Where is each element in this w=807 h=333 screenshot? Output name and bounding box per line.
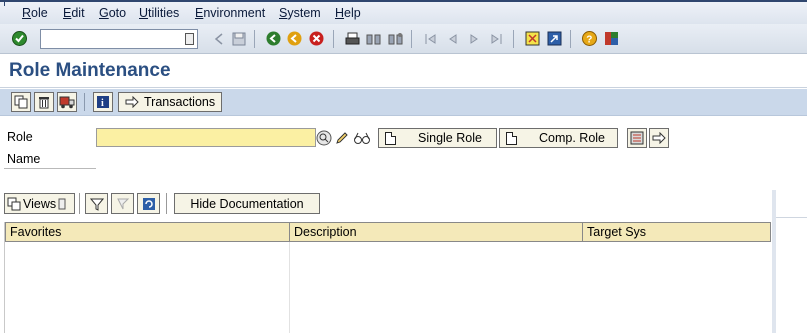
menu-help[interactable]: Help	[335, 6, 361, 20]
menu-environment[interactable]: Environment	[195, 6, 265, 20]
column-divider	[289, 242, 290, 333]
trash-icon	[39, 97, 49, 109]
name-label: Name	[7, 152, 41, 166]
comp-role-label: Comp. Role	[539, 131, 605, 145]
enter-icon[interactable]	[11, 30, 28, 47]
find-icon[interactable]	[365, 30, 382, 47]
expand-button	[111, 193, 134, 214]
col-description-label: Description	[294, 225, 357, 239]
col-favorites-label: Favorites	[10, 225, 62, 239]
mass-role-button[interactable]	[627, 128, 647, 148]
value-help-icon[interactable]	[314, 128, 333, 147]
filter-icon	[89, 198, 104, 211]
arrow-right-icon	[125, 96, 139, 108]
filter-button[interactable]	[85, 193, 108, 214]
info-button[interactable]: i	[93, 92, 113, 112]
find-next-icon[interactable]	[387, 30, 404, 47]
first-page-icon[interactable]	[422, 30, 439, 47]
single-role-label: Single Role	[418, 131, 482, 145]
name-divider	[4, 168, 96, 169]
title-bar: Role Maintenance	[0, 54, 807, 88]
save-icon[interactable]	[230, 30, 247, 47]
dropdown-icon	[58, 198, 66, 209]
col-target-sys[interactable]: Target Sys	[583, 223, 770, 241]
help-icon[interactable]: ?	[581, 30, 598, 47]
application-toolbar: i Transactions	[0, 89, 807, 116]
col-favorites[interactable]: Favorites	[6, 223, 290, 241]
single-role-button[interactable]: Single Role	[378, 128, 497, 148]
menu-edit[interactable]: Edit	[63, 6, 85, 20]
display-glasses-icon[interactable]	[352, 128, 371, 147]
document-icon	[506, 131, 517, 145]
print-icon[interactable]	[344, 30, 361, 47]
menu-goto[interactable]: Goto	[99, 6, 126, 20]
previous-page-icon[interactable]	[444, 30, 461, 47]
favorites-grid: Favorites Description Target Sys	[4, 222, 771, 333]
truck-icon	[59, 96, 75, 109]
copy-icon	[14, 95, 28, 109]
col-description[interactable]: Description	[290, 223, 583, 241]
views-button[interactable]: Views	[4, 193, 75, 214]
window-corner	[4, 0, 16, 6]
arrow-right-icon	[652, 132, 666, 144]
cancel-icon[interactable]	[308, 30, 325, 47]
back-icon[interactable]	[265, 30, 282, 47]
last-page-icon[interactable]	[488, 30, 505, 47]
menu-system[interactable]: System	[279, 6, 321, 20]
svg-text:i: i	[101, 98, 104, 109]
exit-icon[interactable]	[286, 30, 303, 47]
role-navigate-button[interactable]	[649, 128, 669, 148]
svg-text:?: ?	[586, 35, 592, 46]
shortcut-icon[interactable]	[546, 30, 563, 47]
transactions-button[interactable]: Transactions	[118, 92, 223, 112]
role-label: Role	[7, 130, 33, 144]
grid-header: Favorites Description Target Sys	[5, 222, 771, 242]
transactions-label: Transactions	[144, 95, 216, 109]
refresh-button[interactable]	[137, 193, 160, 214]
views-icon	[7, 197, 21, 210]
pencil-icon[interactable]	[332, 128, 351, 147]
menu-bar: Role Edit Goto Utilities Environment Sys…	[0, 0, 807, 24]
create-session-icon[interactable]	[524, 30, 541, 47]
back-arrow-icon[interactable]	[210, 30, 227, 47]
hide-doc-label: Hide Documentation	[190, 196, 304, 211]
role-input[interactable]	[96, 128, 316, 147]
menu-utilities[interactable]: Utilities	[139, 6, 179, 20]
views-label: Views	[23, 196, 57, 211]
command-dropdown-icon[interactable]	[185, 33, 194, 45]
command-field[interactable]	[40, 29, 198, 49]
next-page-icon[interactable]	[466, 30, 483, 47]
system-toolbar: ?	[0, 24, 807, 54]
info-icon: i	[97, 96, 109, 109]
col-target-sys-label: Target Sys	[587, 225, 647, 239]
document-icon	[385, 131, 396, 145]
menu-role[interactable]: Role	[22, 6, 48, 20]
delete-button[interactable]	[34, 92, 54, 112]
expand-icon	[116, 198, 129, 209]
refresh-icon	[142, 197, 155, 210]
page-title: Role Maintenance	[9, 60, 171, 81]
customize-layout-icon[interactable]	[603, 30, 620, 47]
copy-button[interactable]	[11, 92, 31, 112]
multi-role-icon	[630, 131, 644, 145]
transport-button[interactable]	[57, 92, 77, 112]
hide-documentation-button[interactable]: Hide Documentation	[174, 193, 320, 214]
right-pane	[776, 190, 807, 333]
composite-role-button[interactable]: Comp. Role	[499, 128, 618, 148]
